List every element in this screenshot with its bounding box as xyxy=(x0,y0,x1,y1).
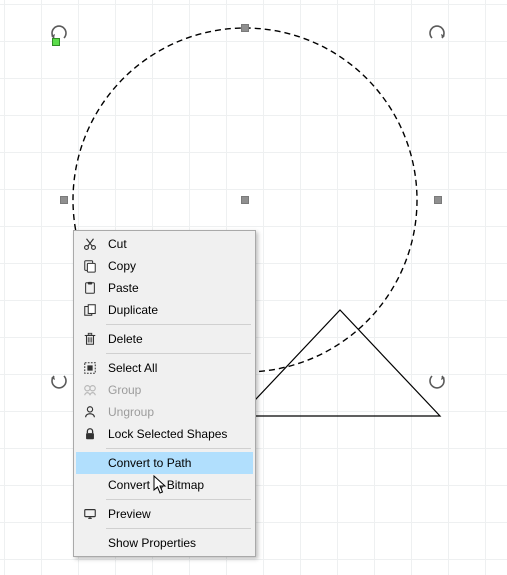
resize-handle-left[interactable] xyxy=(60,196,68,204)
blank-icon xyxy=(78,474,102,496)
monitor-icon xyxy=(78,503,102,525)
menu-separator xyxy=(106,353,251,354)
menu-label: Delete xyxy=(102,332,143,346)
menu-separator xyxy=(106,499,251,500)
menu-label: Convert to Path xyxy=(102,456,191,470)
blank-icon xyxy=(78,532,102,554)
resize-handle-right[interactable] xyxy=(434,196,442,204)
copy-icon xyxy=(78,255,102,277)
scissors-icon xyxy=(78,233,102,255)
menu-label: Convert to Bitmap xyxy=(102,478,204,492)
menu-item-group: Group xyxy=(76,379,253,401)
menu-separator xyxy=(106,448,251,449)
menu-item-delete[interactable]: Delete xyxy=(76,328,253,350)
menu-item-ungroup: Ungroup xyxy=(76,401,253,423)
menu-label: Preview xyxy=(102,507,151,521)
clipboard-icon xyxy=(78,277,102,299)
menu-item-convert-to-bitmap[interactable]: Convert to Bitmap xyxy=(76,474,253,496)
resize-handle-origin[interactable] xyxy=(52,38,60,46)
menu-label: Duplicate xyxy=(102,303,158,317)
lock-icon xyxy=(78,423,102,445)
resize-handle-center[interactable] xyxy=(241,196,249,204)
menu-item-cut[interactable]: Cut xyxy=(76,233,253,255)
ungroup-icon xyxy=(78,401,102,423)
menu-label: Ungroup xyxy=(102,405,154,419)
menu-item-convert-to-path[interactable]: Convert to Path xyxy=(76,452,253,474)
menu-label: Copy xyxy=(102,259,136,273)
menu-item-lock[interactable]: Lock Selected Shapes xyxy=(76,423,253,445)
rotate-handle-br[interactable] xyxy=(428,372,446,390)
context-menu: Cut Copy Paste Duplicate Delete xyxy=(73,230,256,557)
rotate-handle-bl[interactable] xyxy=(50,372,68,390)
drawing-canvas[interactable]: Cut Copy Paste Duplicate Delete xyxy=(0,0,507,575)
menu-item-duplicate[interactable]: Duplicate xyxy=(76,299,253,321)
menu-item-show-properties[interactable]: Show Properties xyxy=(76,532,253,554)
menu-label: Group xyxy=(102,383,141,397)
menu-item-paste[interactable]: Paste xyxy=(76,277,253,299)
menu-label: Show Properties xyxy=(102,536,196,550)
menu-label: Select All xyxy=(102,361,157,375)
blank-icon xyxy=(78,452,102,474)
menu-separator xyxy=(106,528,251,529)
rotate-handle-tr[interactable] xyxy=(428,24,446,42)
trash-icon xyxy=(78,328,102,350)
select-all-icon xyxy=(78,357,102,379)
group-icon xyxy=(78,379,102,401)
menu-separator xyxy=(106,324,251,325)
menu-item-copy[interactable]: Copy xyxy=(76,255,253,277)
resize-handle-top[interactable] xyxy=(241,24,249,32)
menu-label: Cut xyxy=(102,237,127,251)
menu-item-preview[interactable]: Preview xyxy=(76,503,253,525)
duplicate-icon xyxy=(78,299,102,321)
menu-label: Lock Selected Shapes xyxy=(102,427,227,441)
menu-label: Paste xyxy=(102,281,139,295)
menu-item-select-all[interactable]: Select All xyxy=(76,357,253,379)
